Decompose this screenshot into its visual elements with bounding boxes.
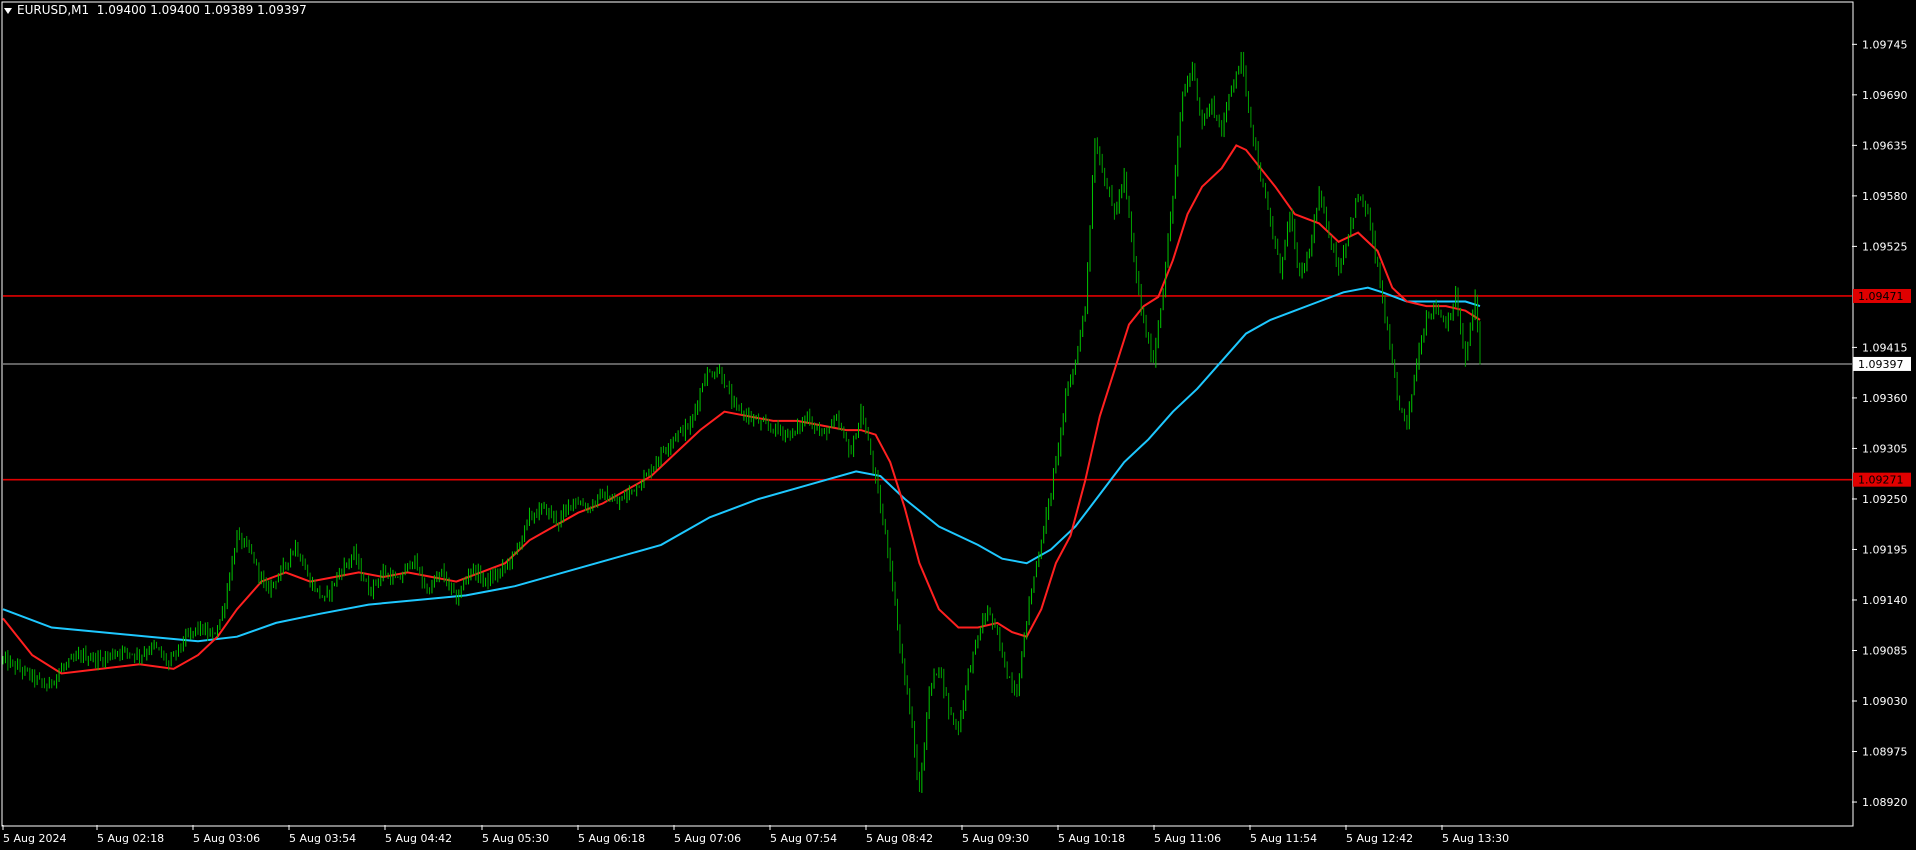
y-tick-label: 1.09030 bbox=[1862, 695, 1908, 708]
y-tick-label: 1.09580 bbox=[1862, 190, 1908, 203]
y-tick-label: 1.09140 bbox=[1862, 594, 1908, 607]
y-tick-label: 1.09745 bbox=[1862, 38, 1908, 51]
horizontal-lines bbox=[3, 295, 1852, 481]
x-tick-label: 5 Aug 11:54 bbox=[1250, 832, 1317, 845]
y-tick-label: 1.08920 bbox=[1862, 796, 1908, 809]
price-chart[interactable]: 1.09745 1.09690 1.09635 1.09580 1.09525 1.094… bbox=[0, 0, 1916, 850]
current-price-label: 1.09397 bbox=[1858, 358, 1904, 371]
x-tick-label: 5 Aug 2024 bbox=[3, 832, 66, 845]
y-tick-label: 1.09085 bbox=[1862, 644, 1908, 657]
x-tick-label: 5 Aug 03:06 bbox=[193, 832, 260, 845]
time-axis: 5 Aug 2024 5 Aug 02:18 5 Aug 03:06 5 Aug 03… bbox=[2, 825, 1509, 845]
y-tick-label: 1.08975 bbox=[1862, 746, 1908, 759]
x-tick-label: 5 Aug 02:18 bbox=[97, 832, 164, 845]
x-tick-label: 5 Aug 03:54 bbox=[289, 832, 356, 845]
ma-slow-line bbox=[2, 286, 1481, 643]
x-tick-label: 5 Aug 07:54 bbox=[770, 832, 837, 845]
x-tick-label: 5 Aug 04:42 bbox=[385, 832, 452, 845]
price-axis: 1.09745 1.09690 1.09635 1.09580 1.09525 1.094… bbox=[1852, 38, 1908, 809]
x-tick-label: 5 Aug 06:18 bbox=[578, 832, 645, 845]
y-tick-label: 1.09415 bbox=[1862, 341, 1908, 354]
x-tick-label: 5 Aug 05:30 bbox=[482, 832, 549, 845]
hline-price-label: 1.09271 bbox=[1858, 474, 1904, 487]
y-tick-label: 1.09250 bbox=[1862, 493, 1908, 506]
x-tick-label: 5 Aug 10:18 bbox=[1058, 832, 1125, 845]
candles bbox=[2, 51, 1481, 793]
x-tick-label: 5 Aug 13:30 bbox=[1442, 832, 1509, 845]
x-tick-label: 5 Aug 12:42 bbox=[1346, 832, 1413, 845]
y-tick-label: 1.09635 bbox=[1862, 139, 1908, 152]
y-tick-label: 1.09305 bbox=[1862, 442, 1908, 455]
x-tick-label: 5 Aug 08:42 bbox=[866, 832, 933, 845]
y-tick-label: 1.09360 bbox=[1862, 392, 1908, 405]
x-tick-label: 5 Aug 07:06 bbox=[674, 832, 741, 845]
hline-price-label: 1.09471 bbox=[1858, 290, 1904, 303]
x-tick-label: 5 Aug 09:30 bbox=[962, 832, 1029, 845]
y-tick-label: 1.09690 bbox=[1862, 89, 1908, 102]
y-tick-label: 1.09195 bbox=[1862, 543, 1908, 556]
plot-frame bbox=[1, 1, 1854, 827]
price-labels: 1.09471 1.09271 1.09397 bbox=[1853, 288, 1911, 487]
y-tick-label: 1.09525 bbox=[1862, 240, 1908, 253]
x-tick-label: 5 Aug 11:06 bbox=[1154, 832, 1221, 845]
